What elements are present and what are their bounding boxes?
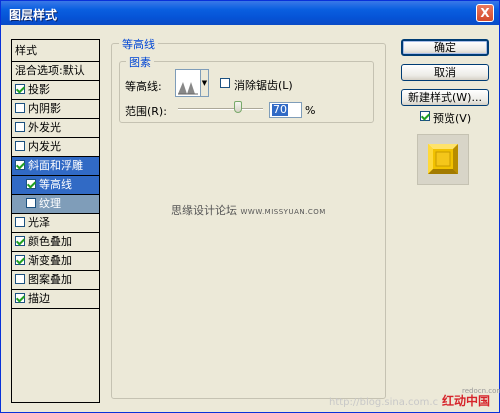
new-style-button[interactable]: 新建样式(W)...	[401, 89, 489, 106]
preview-checkbox[interactable]	[420, 111, 430, 121]
watermark-url: WWW.MISSYUAN.COM	[240, 208, 326, 216]
cancel-button[interactable]: 取消	[401, 64, 489, 81]
style-item-bevel-emboss[interactable]: 斜面和浮雕	[12, 157, 99, 176]
style-item-color-overlay[interactable]: 颜色叠加	[12, 233, 99, 252]
style-item-label: 外发光	[28, 121, 61, 134]
style-item-satin[interactable]: 光泽	[12, 214, 99, 233]
style-item-label: 等高线	[39, 178, 72, 191]
color-overlay-checkbox[interactable]	[15, 236, 25, 246]
style-item-label: 描边	[28, 292, 50, 305]
anti-alias-label[interactable]: 消除锯齿(L)	[234, 77, 293, 93]
outer-glow-checkbox[interactable]	[15, 122, 25, 132]
footer-brand: 红动中国	[442, 394, 491, 408]
close-button[interactable]: X	[476, 4, 494, 22]
contour-field-label: 等高线:	[125, 80, 162, 93]
preview-label[interactable]: 预览(V)	[433, 110, 471, 126]
style-item-label: 投影	[28, 83, 50, 96]
style-item-gradient-overlay[interactable]: 渐变叠加	[12, 252, 99, 271]
contour-checkbox[interactable]	[26, 179, 36, 189]
satin-checkbox[interactable]	[15, 217, 25, 227]
range-label: 范围(R):	[125, 105, 167, 118]
style-item-blending-options[interactable]: 混合选项:默认	[12, 62, 99, 81]
elements-group-title: 图素	[126, 54, 154, 70]
range-input[interactable]: 70	[269, 102, 302, 118]
bevel-emboss-checkbox[interactable]	[15, 160, 25, 170]
style-list: 样式 混合选项:默认 投影 内阴影 外发光 内发光 斜面和浮雕 等高线 纹理 光…	[11, 39, 100, 403]
style-item-label: 纹理	[39, 197, 61, 210]
preview-swatch	[417, 134, 469, 185]
style-item-label: 图案叠加	[28, 273, 72, 286]
style-item-drop-shadow[interactable]: 投影	[12, 81, 99, 100]
range-slider-thumb[interactable]	[234, 101, 242, 113]
style-item-texture[interactable]: 纹理	[12, 195, 99, 214]
style-item-label: 光泽	[28, 216, 50, 229]
contour-dropdown-button[interactable]: ▼	[201, 69, 209, 97]
dialog-title: 图层样式	[9, 8, 58, 22]
pattern-overlay-checkbox[interactable]	[15, 274, 25, 284]
style-item-outer-glow[interactable]: 外发光	[12, 119, 99, 138]
contour-group-title: 等高线	[119, 36, 158, 52]
style-item-label: 颜色叠加	[28, 235, 72, 248]
style-item-label: 渐变叠加	[28, 254, 72, 267]
contour-picker[interactable]	[175, 69, 201, 97]
style-item-pattern-overlay[interactable]: 图案叠加	[12, 271, 99, 290]
range-slider-track[interactable]	[178, 108, 263, 110]
anti-alias-checkbox[interactable]	[220, 78, 230, 88]
style-item-inner-glow[interactable]: 内发光	[12, 138, 99, 157]
watermark: 思缘设计论坛 WWW.MISSYUAN.COM	[171, 202, 326, 218]
range-unit: %	[305, 104, 316, 117]
stroke-checkbox[interactable]	[15, 293, 25, 303]
watermark-text: 思缘设计论坛	[171, 204, 237, 217]
style-list-header[interactable]: 样式	[12, 40, 99, 62]
drop-shadow-checkbox[interactable]	[15, 84, 25, 94]
style-item-contour[interactable]: 等高线	[12, 176, 99, 195]
title-bar[interactable]: 图层样式 X	[1, 1, 499, 25]
ok-button[interactable]: 确定	[401, 39, 489, 56]
inner-glow-checkbox[interactable]	[15, 141, 25, 151]
style-item-label: 内发光	[28, 140, 61, 153]
gradient-overlay-checkbox[interactable]	[15, 255, 25, 265]
bevel-preview-icon	[428, 144, 458, 174]
texture-checkbox[interactable]	[26, 198, 36, 208]
footer-url: http://blog.sina.com.c	[329, 397, 439, 408]
range-input-value: 70	[272, 103, 288, 116]
layer-style-dialog: 图层样式 X 样式 混合选项:默认 投影 内阴影 外发光 内发光 斜面和浮雕 等…	[0, 0, 500, 413]
inner-shadow-checkbox[interactable]	[15, 103, 25, 113]
style-item-label: 斜面和浮雕	[28, 159, 83, 172]
style-item-inner-shadow[interactable]: 内阴影	[12, 100, 99, 119]
style-item-stroke[interactable]: 描边	[12, 290, 99, 309]
contour-curve-icon	[178, 82, 198, 95]
style-item-label: 混合选项:默认	[15, 64, 85, 77]
style-item-label: 内阴影	[28, 102, 61, 115]
